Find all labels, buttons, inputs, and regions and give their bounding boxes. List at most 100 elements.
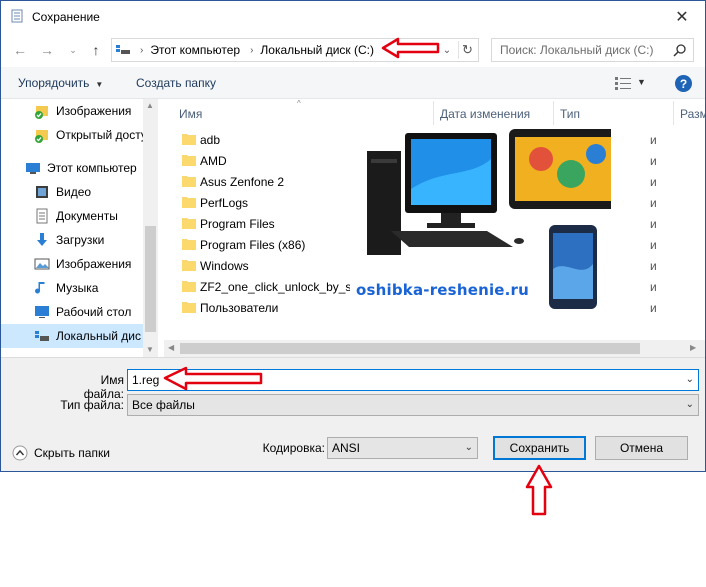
nav-item-pictures-synced[interactable]: Изображения [1,99,143,123]
column-divider[interactable] [433,101,434,125]
nav-item-local-disk[interactable]: Локальный дис [1,324,143,348]
column-size[interactable]: Разм [680,107,705,121]
help-icon[interactable]: ? [675,75,692,92]
filetype-label: Тип файла: [60,398,124,412]
search-input[interactable]: Поиск: Локальный диск (C:) [491,38,694,62]
file-name: AMD [200,154,227,168]
chevron-down-icon[interactable]: ⌄ [686,399,694,410]
command-bar: Упорядочить ▼ Создать папку ▼ ? [1,67,705,99]
nav-item-label: Открытый досту [56,128,143,142]
file-name: adb [200,133,221,147]
save-dialog: Сохранение ✕ ← → ⌄ ↑ › Этот компьютер › … [0,0,706,472]
scroll-up-icon[interactable]: ▲ [146,101,154,110]
breadcrumb-local-disk[interactable]: Локальный диск (C:) [260,43,374,57]
column-divider[interactable] [673,101,674,125]
folder-icon [182,260,196,271]
nav-item-documents[interactable]: Документы [1,204,143,228]
encoding-label: Кодировка: [262,441,325,455]
pictures-synced-icon [35,106,48,119]
nav-item-desktop[interactable]: Рабочий стол [1,300,143,324]
encoding-value: ANSI [332,441,361,455]
documents-icon [36,208,48,224]
file-type: и [650,133,657,147]
this-pc-small-icon [116,45,130,54]
column-headers: ^ Имя Дата изменения Тип Разм [164,99,705,127]
address-dropdown-icon[interactable]: ⌄ [440,43,454,57]
close-button[interactable]: ✕ [659,1,705,32]
save-button[interactable]: Сохранить [493,436,586,460]
chevron-down-icon[interactable]: ⌄ [465,442,473,453]
folder-icon [182,176,196,187]
folder-icon [182,197,196,208]
cancel-button[interactable]: Отмена [595,436,688,460]
local-disk-icon [35,331,49,341]
save-form: Имя файла: 1.reg ⌄ Тип файла: Все файлы … [1,357,705,471]
column-name[interactable]: Имя [179,107,202,121]
nav-item-label: Локальный дис [56,329,141,343]
new-folder-button[interactable]: Создать папку [136,76,216,90]
search-icon [673,44,686,57]
nav-item-label: Загрузки [56,233,105,247]
encoding-select[interactable]: ANSI ⌄ [327,437,478,459]
video-icon [36,186,48,198]
hide-folders-button[interactable]: Скрыть папки [12,445,110,461]
downloads-icon [37,233,47,246]
nav-item-label: Изображения [56,104,132,118]
back-arrow-icon[interactable]: ← [11,41,29,59]
nav-item-label: Музыка [56,281,99,295]
music-icon [35,282,45,294]
recent-locations-chevron-icon[interactable]: ⌄ [64,41,82,59]
pc-tower [367,151,401,255]
collapse-up-icon [12,445,28,461]
refresh-icon[interactable]: ↻ [458,41,476,59]
view-details-icon[interactable] [615,76,631,90]
column-divider[interactable] [553,101,554,125]
window-title: Сохранение [32,10,100,24]
breadcrumb-this-pc[interactable]: Этот компьютер [150,43,240,57]
file-type: и [650,259,657,273]
scroll-right-icon[interactable]: ▶ [690,343,696,352]
nav-item-shared[interactable]: Открытый досту [1,123,143,147]
column-date-modified[interactable]: Дата изменения [440,107,530,121]
column-type[interactable]: Тип [560,107,580,121]
file-name: Program Files (x86) [200,238,306,252]
organize-button[interactable]: Упорядочить ▼ [18,76,103,90]
view-dropdown-icon[interactable]: ▼ [637,77,646,87]
file-type: и [650,154,657,168]
notepad-icon [11,9,23,23]
scroll-down-icon[interactable]: ▼ [146,345,154,354]
navigation-pane: Изображения Открытый досту Этот компьюте… [1,99,158,357]
filename-value: 1.reg [132,373,160,387]
watermark-text: oshibka-reshenie.ru [356,281,530,299]
folder-icon [182,155,196,166]
filetype-select[interactable]: Все файлы ⌄ [127,394,699,416]
folder-icon [182,218,196,229]
scrollbar-thumb[interactable] [180,343,640,354]
file-type: и [650,280,657,294]
address-bar[interactable]: › Этот компьютер › Локальный диск (C:) ⌄… [111,38,479,62]
scrollbar-thumb[interactable] [145,226,156,332]
nav-item-pictures[interactable]: Изображения [1,252,143,276]
breadcrumb-separator: › [250,44,254,56]
nav-item-downloads[interactable]: Загрузки [1,228,143,252]
nav-item-music[interactable]: Музыка [1,276,143,300]
file-list-scrollbar[interactable]: ◀ ▶ [164,340,705,357]
nav-item-this-pc[interactable]: Этот компьютер [1,156,143,180]
nav-item-label: Этот компьютер [47,161,137,175]
file-name: ZF2_one_click_unlock_by_so [200,280,350,294]
chevron-down-icon[interactable]: ⌄ [686,374,694,385]
filetype-value: Все файлы [132,398,195,412]
breadcrumb-separator: › [140,44,144,56]
nav-item-video[interactable]: Видео [1,180,143,204]
folder-icon [182,302,196,313]
up-arrow-icon[interactable]: ↑ [87,41,105,59]
nav-pane-scrollbar[interactable]: ▲ ▼ [143,99,158,357]
forward-arrow-icon[interactable]: → [38,41,56,59]
file-type: и [650,217,657,231]
scroll-left-icon[interactable]: ◀ [168,343,174,352]
filename-field[interactable]: 1.reg ⌄ [127,369,699,391]
file-type: и [650,196,657,210]
file-name: PerfLogs [200,196,249,210]
this-pc-icon [26,163,40,174]
sort-ascending-icon: ^ [297,99,301,108]
